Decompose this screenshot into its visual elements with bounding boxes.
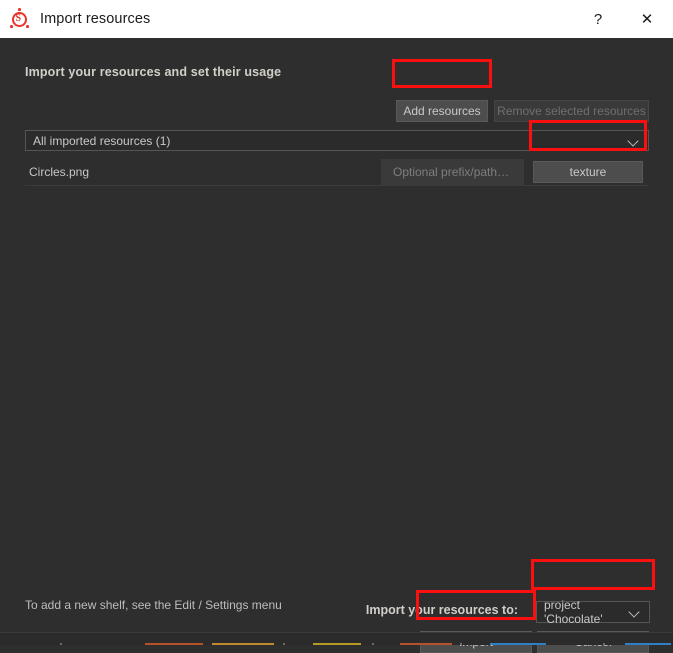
resource-usage-button[interactable]: texture [533,160,643,183]
taskbar-item[interactable] [603,643,605,645]
help-icon[interactable]: ? [575,0,621,38]
taskbar-item[interactable] [400,643,452,645]
taskbar-item[interactable] [625,643,671,645]
title-bar: S Import resources ? ✕ [0,0,673,38]
taskbar-item[interactable] [313,643,361,645]
taskbar-item[interactable] [490,643,546,645]
taskbar-item[interactable] [283,643,285,645]
destination-value: project 'Chocolate' [544,598,603,626]
add-resources-button[interactable]: Add resources [396,100,488,122]
resource-name: Circles.png [29,164,90,179]
resource-prefix-input[interactable]: Optional prefix/path… [381,158,524,185]
taskbar-item[interactable] [212,643,274,645]
windows-taskbar-sliver [0,632,673,645]
shelf-hint-text: To add a new shelf, see the Edit / Setti… [25,598,282,612]
taskbar-item[interactable] [60,643,62,645]
resource-filter-combobox[interactable]: All imported resources (1) [25,130,649,151]
table-row[interactable]: Circles.png Optional prefix/path… textur… [25,158,649,186]
taskbar-item[interactable] [460,643,462,645]
resource-usage-cell: texture [524,160,649,183]
destination-label: Import your resources to: [365,603,518,617]
destination-combobox[interactable]: project 'Chocolate' [536,598,650,626]
resource-filter-value: All imported resources (1) [33,133,171,148]
window-title: Import resources [40,11,151,27]
taskbar-item[interactable] [372,643,374,645]
substance-logo-icon: S [10,8,32,30]
resource-list: Circles.png Optional prefix/path… textur… [25,158,649,590]
remove-selected-resources-button[interactable]: Remove selected resources [494,100,649,122]
taskbar-item[interactable] [145,643,203,645]
dialog-body: Import your resources and set their usag… [0,38,673,653]
chevron-down-icon [627,604,643,620]
close-icon[interactable]: ✕ [621,0,673,38]
chevron-down-icon [626,133,642,149]
section-title: Import your resources and set their usag… [25,65,282,79]
